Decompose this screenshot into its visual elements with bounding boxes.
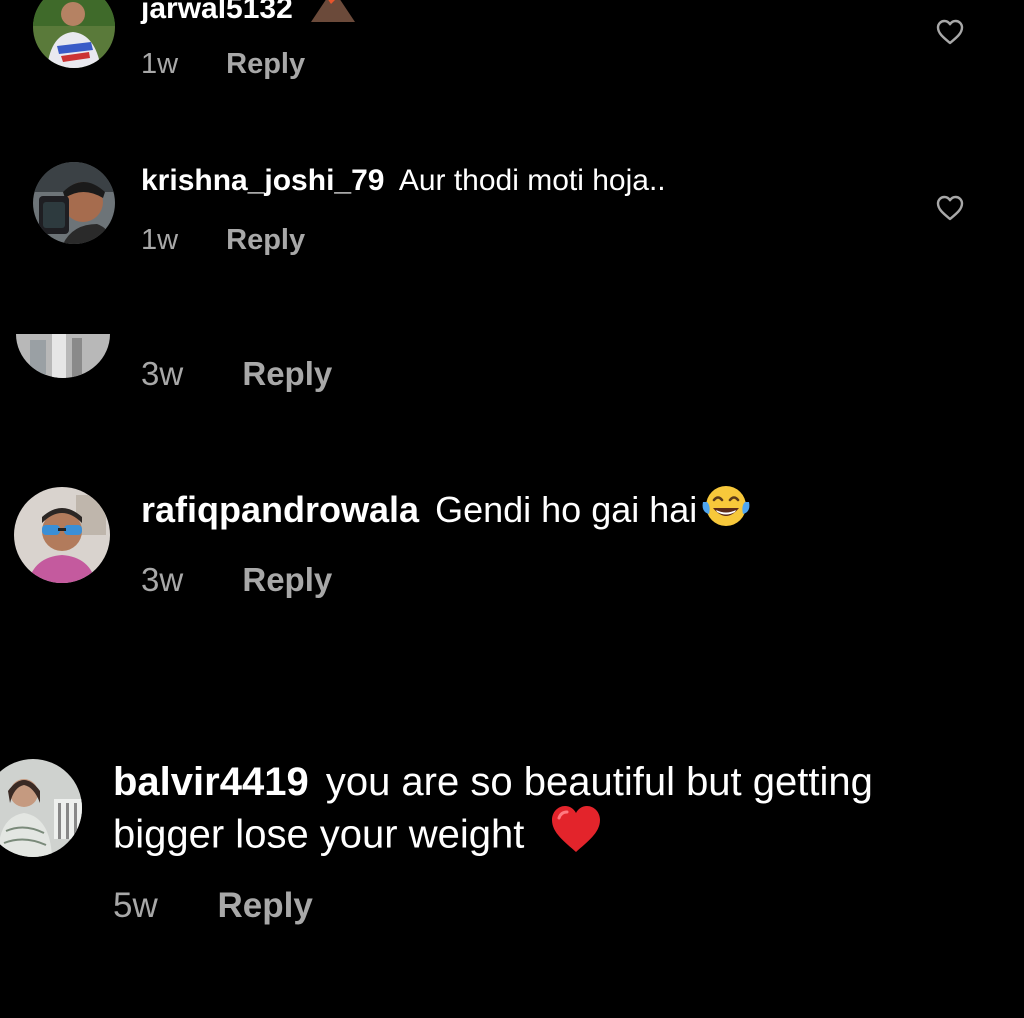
comment-meta: 1w Reply: [141, 48, 305, 81]
avatar[interactable]: [0, 759, 82, 857]
reply-button[interactable]: Reply: [242, 561, 332, 598]
comment-body: you are so beautiful but getting: [325, 760, 873, 804]
comment-username[interactable]: jarwal5132: [141, 0, 293, 25]
comment-time: 5w: [113, 886, 158, 925]
reply-button[interactable]: Reply: [217, 886, 312, 925]
comment-time: 3w: [141, 561, 184, 598]
comment-time: 1w: [141, 48, 179, 80]
comment-text-line-2: bigger lose your weight: [113, 806, 603, 864]
comment-body: Gendi ho gai hai: [435, 489, 698, 531]
avatar[interactable]: [14, 487, 110, 583]
comment-time: 3w: [141, 355, 184, 392]
reply-button[interactable]: Reply: [226, 48, 305, 80]
face-with-tears-of-joy-emoji-icon: [699, 482, 753, 537]
heart-outline-icon[interactable]: [934, 16, 966, 48]
avatar[interactable]: [33, 0, 115, 68]
comment-meta: 3w Reply: [141, 561, 332, 599]
comment-time: 1w: [141, 224, 179, 256]
comment-body: Aur thodi moti hoja..: [398, 164, 666, 197]
comment-meta: 5w Reply: [113, 886, 313, 926]
reply-button[interactable]: Reply: [242, 355, 332, 392]
reply-button[interactable]: Reply: [226, 224, 305, 256]
comment-username[interactable]: balvir4419: [113, 760, 309, 804]
avatar[interactable]: [33, 162, 115, 244]
comment-text-line-1: balvir4419 you are so beautiful but gett…: [113, 760, 873, 805]
comment-text: rafiqpandrowala Gendi ho gai hai: [141, 486, 753, 537]
volcano-emoji-icon: [309, 0, 357, 32]
comment-text: jarwal5132: [141, 0, 357, 32]
avatar[interactable]: [16, 334, 110, 378]
comment-username[interactable]: krishna_joshi_79: [141, 164, 384, 197]
comment-username[interactable]: rafiqpandrowala: [141, 489, 419, 530]
heart-outline-icon[interactable]: [934, 192, 966, 224]
red-heart-emoji-icon: [549, 804, 603, 864]
comment-text: krishna_joshi_79 Aur thodi moti hoja..: [141, 164, 666, 198]
comment-meta: 3w Reply: [141, 355, 332, 393]
comment-meta: 1w Reply: [141, 224, 305, 257]
comment-body-continued: bigger lose your weight: [113, 812, 525, 857]
